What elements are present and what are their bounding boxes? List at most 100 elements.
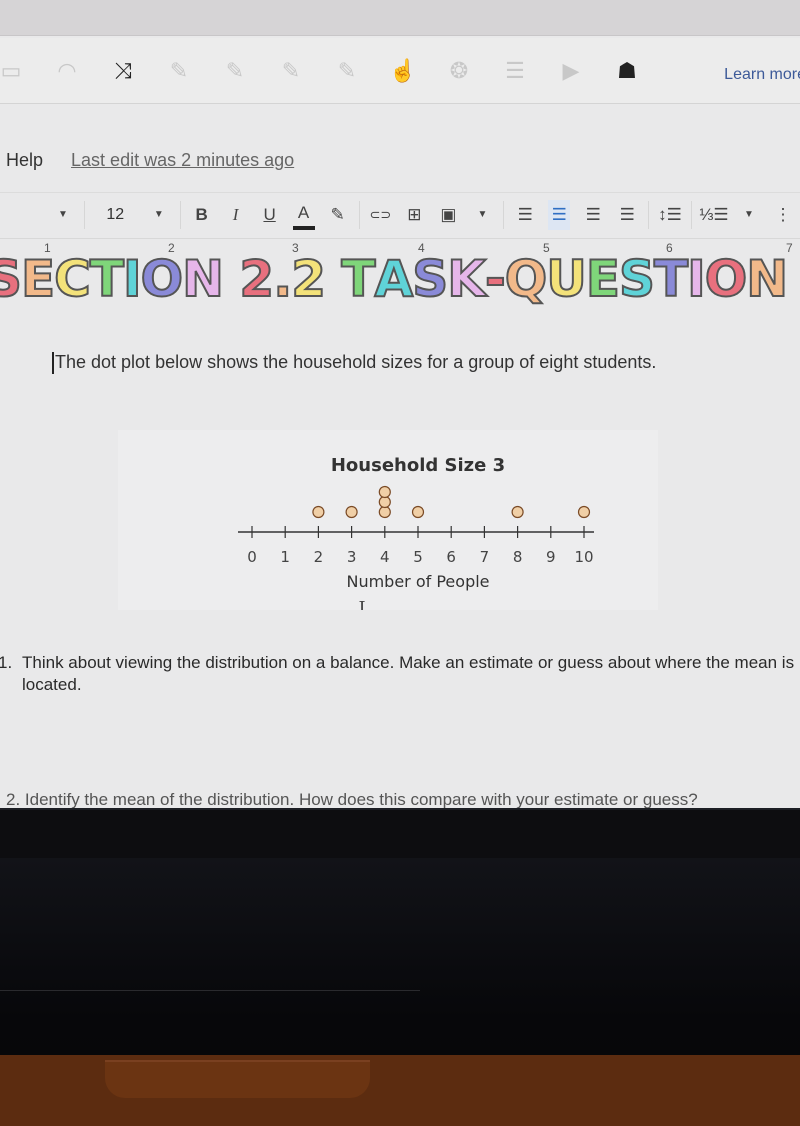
question-2-text: 2. Identify the mean of the distribution… [6, 790, 698, 809]
question-1-text: Think about viewing the distribution on … [22, 653, 795, 694]
align-center-icon[interactable]: ☰ [548, 199, 571, 230]
title-letter: E [20, 249, 56, 309]
data-dot [345, 505, 358, 519]
x-axis-label: Number of People [346, 572, 489, 591]
text-color-button[interactable]: A [292, 200, 315, 230]
bold-button[interactable]: B [191, 200, 213, 230]
x-tick-label: 4 [380, 548, 390, 566]
x-tick-label: 1 [280, 548, 290, 566]
highlighter-yellow-icon[interactable]: ✎ [220, 56, 250, 86]
title-letter: E [585, 249, 621, 309]
title-letter [223, 250, 239, 308]
align-right-icon[interactable]: ☰ [582, 200, 604, 230]
x-tick-label: 0 [247, 548, 257, 566]
shuffle-icon[interactable]: ⤨ [108, 56, 138, 86]
numbered-list-dropdown-icon[interactable]: ▼ [738, 200, 760, 230]
x-tick-label: 5 [413, 548, 423, 566]
extension-toolbar: ▭ ◠ ⤨ ✎ ✎ ✎ ✎ ☝ ❂ ☰ ▶ ☗ Learn more [0, 38, 800, 104]
italic-button[interactable]: I [225, 200, 247, 230]
title-letter: . [272, 249, 293, 309]
screen: ▭ ◠ ⤨ ✎ ✎ ✎ ✎ ☝ ❂ ☰ ▶ ☗ Learn more Help Last edit wa… [0, 0, 800, 810]
toolbar-separator [691, 200, 692, 229]
dot-plot-chart: Household Size 3 0 1 2 3 4 5 6 7 8 9 10 Number of Pe… [238, 455, 594, 619]
font-dropdown-caret-icon[interactable]: ▼ [52, 200, 74, 230]
reader-icon[interactable]: ☗ [612, 56, 642, 86]
screen-icon[interactable]: ▭ [0, 56, 26, 86]
title-letter: N [181, 249, 225, 309]
line-spacing-icon[interactable]: ↕☰ [658, 200, 682, 230]
title-letter: I [686, 249, 707, 309]
toolbar-separator [358, 200, 360, 229]
chart-title: Household Size 3 [331, 455, 505, 476]
title-letter: T [653, 249, 689, 309]
play-icon[interactable]: ▶ [556, 56, 586, 86]
link-icon[interactable]: ⊂⊃ [369, 200, 392, 230]
title-letter: S [0, 249, 23, 309]
x-tick-label: 8 [513, 548, 523, 566]
toolbar-separator [84, 200, 85, 229]
monitor-stand [105, 1060, 370, 1098]
formatting-toolbar: ▼ 12 ▼ B I U A ✎ ⊂⊃ ⊞ ▣ ▼ ☰ ☰ ☰ ☰ ↕☰ ⅓☰ … [0, 192, 800, 236]
title-letter: K [446, 249, 487, 309]
more-options-icon[interactable]: ⋮ [772, 200, 794, 230]
x-tick-label: 9 [546, 548, 556, 566]
data-dot [378, 485, 391, 499]
title-letter: S [411, 249, 449, 309]
menu-help[interactable]: Help [6, 150, 43, 171]
data-dot [378, 505, 391, 519]
title-letter: Q [504, 249, 548, 309]
insert-image-icon[interactable]: ▣ [437, 200, 459, 230]
align-left-icon[interactable]: ☰ [514, 200, 536, 230]
intro-text: The dot plot below shows the household s… [55, 352, 657, 372]
title-letter: C [53, 249, 92, 309]
intro-paragraph: The dot plot below shows the household s… [52, 352, 657, 375]
last-edit-link[interactable]: Last edit was 2 minutes ago [71, 150, 294, 171]
headphones-icon[interactable]: ◠ [52, 56, 82, 86]
x-tick-label: 3 [347, 548, 357, 566]
title-letter: 2 [290, 249, 327, 309]
data-dot [312, 505, 325, 519]
comment-icon[interactable]: ⊞ [403, 200, 425, 230]
title-letter: I [122, 249, 143, 309]
bezel-edge [0, 990, 420, 991]
numbered-list-icon[interactable]: ⅓☰ [699, 200, 728, 230]
font-size-dropdown-icon[interactable]: ▼ [148, 200, 170, 230]
section-title: SECTION 2.2 TASK-QUESTION D [0, 249, 800, 320]
data-dot [577, 505, 591, 519]
title-letter: 2 [238, 249, 275, 309]
title-letter [325, 250, 341, 308]
data-dot [511, 505, 524, 519]
highlighter-green-icon[interactable]: ✎ [276, 56, 306, 86]
title-letter: T [89, 249, 125, 309]
image-dropdown-icon[interactable]: ▼ [471, 200, 493, 230]
title-letter: S [618, 249, 656, 309]
font-size-field[interactable]: 12 [95, 200, 136, 230]
title-letter: O [704, 249, 748, 309]
settings-ring-icon[interactable]: ❂ [444, 56, 474, 86]
title-letter: U [545, 249, 588, 309]
justify-icon[interactable]: ☰ [616, 200, 638, 230]
i-beam-cursor-icon: I [358, 598, 365, 610]
pointer-icon[interactable]: ☝ [388, 56, 418, 86]
title-letter: T [340, 249, 376, 309]
x-tick-label: 2 [314, 548, 324, 566]
x-tick-label: 10 [574, 548, 593, 566]
menu-row: Help Last edit was 2 minutes ago [0, 140, 800, 180]
title-letter: - [484, 249, 507, 309]
list-icon[interactable]: ☰ [500, 56, 530, 86]
x-tick-label: 7 [480, 548, 490, 566]
x-tick-label: 6 [446, 548, 456, 566]
highlighter-pink-icon[interactable]: ✎ [332, 56, 362, 86]
learn-more-link[interactable]: Learn more [724, 66, 800, 84]
text-cursor [52, 352, 54, 375]
browser-top-strip [0, 0, 800, 36]
toolbar-separator [179, 200, 181, 229]
title-letter: A [374, 249, 415, 309]
title-letter [787, 250, 800, 308]
highlighter-icon[interactable]: ✎ [164, 56, 194, 86]
title-letter: O [140, 249, 184, 309]
underline-button[interactable]: U [259, 200, 281, 230]
data-dot [411, 505, 425, 519]
toolbar-separator [648, 200, 650, 229]
highlight-color-icon[interactable]: ✎ [327, 200, 349, 230]
